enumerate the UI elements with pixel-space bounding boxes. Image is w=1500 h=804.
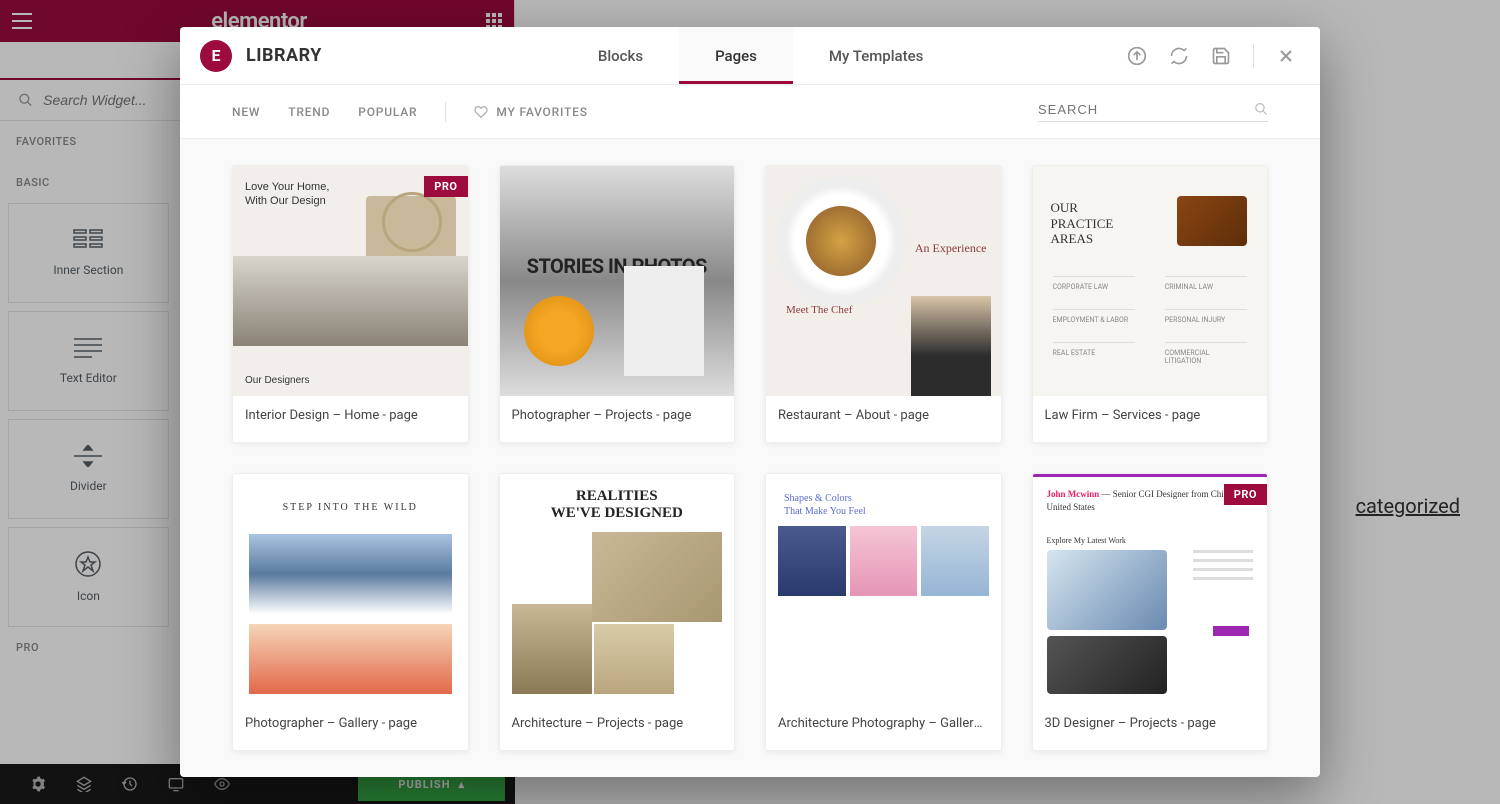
template-thumbnail: John Mcwinn — Senior CGI Designer from C… (1033, 474, 1268, 704)
template-card[interactable]: REALITIES WE'VE DESIGNED Architecture – … (499, 473, 736, 751)
tab-blocks[interactable]: Blocks (562, 27, 679, 84)
modal-subnav: NEW TREND POPULAR MY FAVORITES (180, 85, 1320, 139)
library-modal: E LIBRARY Blocks Pages My Templates NEW … (180, 27, 1320, 777)
pro-badge: PRO (1224, 484, 1267, 505)
template-title: Architecture – Projects - page (500, 704, 735, 743)
template-thumbnail: OUR PRACTICE AREAS CORPORATE LAW CRIMINA… (1033, 166, 1268, 396)
template-title: Interior Design – Home - page (233, 396, 468, 435)
elementor-badge-icon: E (200, 40, 232, 72)
filter-trend[interactable]: TREND (288, 105, 330, 119)
template-title: 3D Designer – Projects - page (1033, 704, 1268, 743)
template-card[interactable]: Love Your Home, With Our Design Our Desi… (232, 165, 469, 443)
template-card[interactable]: Shapes & Colors That Make You Feel Archi… (765, 473, 1002, 751)
pro-badge: PRO (424, 176, 467, 197)
template-thumbnail: Shapes & Colors That Make You Feel (766, 474, 1001, 704)
template-title: Photographer – Gallery - page (233, 704, 468, 743)
modal-header: E LIBRARY Blocks Pages My Templates (180, 27, 1320, 85)
save-icon[interactable] (1211, 46, 1231, 66)
filter-new[interactable]: NEW (232, 105, 260, 119)
tab-pages[interactable]: Pages (679, 27, 793, 84)
template-card[interactable]: OUR PRACTICE AREAS CORPORATE LAW CRIMINA… (1032, 165, 1269, 443)
filter-favorites[interactable]: MY FAVORITES (474, 105, 587, 119)
template-title: Photographer – Projects - page (500, 396, 735, 435)
template-card[interactable]: An Experience Meet The Chef Restaurant –… (765, 165, 1002, 443)
import-icon[interactable] (1127, 46, 1147, 66)
template-thumbnail: An Experience Meet The Chef (766, 166, 1001, 396)
template-card[interactable]: John Mcwinn — Senior CGI Designer from C… (1032, 473, 1269, 751)
sync-icon[interactable] (1169, 46, 1189, 66)
template-search-input[interactable] (1038, 102, 1244, 117)
templates-grid: Love Your Home, With Our Design Our Desi… (180, 139, 1320, 777)
template-title: Restaurant – About - page (766, 396, 1001, 435)
template-thumbnail: Love Your Home, With Our Design Our Desi… (233, 166, 468, 396)
filter-popular[interactable]: POPULAR (358, 105, 417, 119)
tab-my-templates[interactable]: My Templates (793, 27, 959, 84)
modal-title: LIBRARY (246, 45, 322, 66)
divider (1253, 44, 1254, 68)
modal-actions (1127, 44, 1320, 68)
template-card[interactable]: STEP INTO THE WILD Photographer – Galler… (232, 473, 469, 751)
modal-tabs: Blocks Pages My Templates (562, 27, 960, 84)
template-card[interactable]: STORIES IN PHOTOS Photographer – Project… (499, 165, 736, 443)
template-thumbnail: STORIES IN PHOTOS (500, 166, 735, 396)
close-icon[interactable] (1276, 46, 1296, 66)
template-title: Law Firm – Services - page (1033, 396, 1268, 435)
divider (445, 102, 446, 122)
template-thumbnail: STEP INTO THE WILD (233, 474, 468, 704)
template-thumbnail: REALITIES WE'VE DESIGNED (500, 474, 735, 704)
template-search[interactable] (1038, 101, 1268, 122)
template-title: Architecture Photography – Gallery ... (766, 704, 1001, 743)
